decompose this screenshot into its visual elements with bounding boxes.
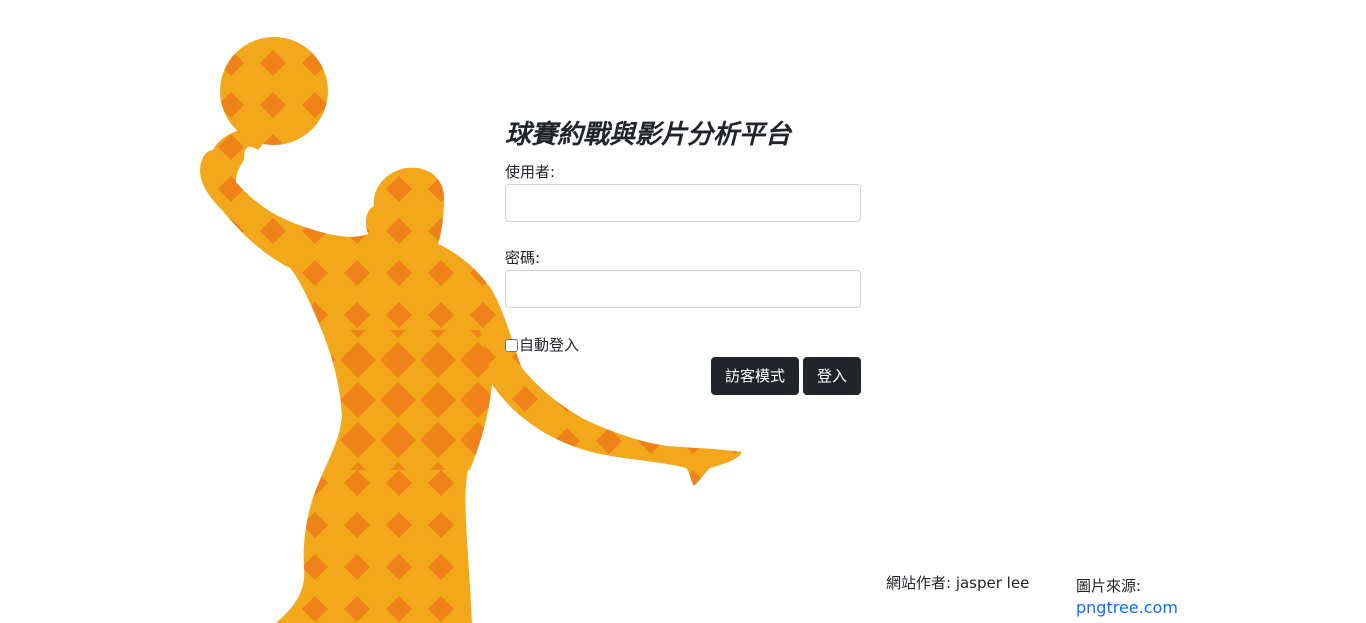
action-buttons: 訪客模式 登入: [710, 357, 861, 395]
image-source-label: 圖片來源:: [1076, 577, 1142, 595]
image-source: 圖片來源: pngtree.com: [1076, 575, 1178, 619]
basketball-shape: [220, 37, 328, 145]
remember-me-checkbox[interactable]: [505, 338, 518, 352]
site-author: 網站作者: jasper lee: [886, 574, 1030, 592]
password-group: 密碼:: [505, 249, 861, 308]
basketball-player-illustration: [200, 37, 742, 623]
username-input[interactable]: [505, 184, 861, 222]
password-label: 密碼:: [505, 249, 541, 267]
remember-me[interactable]: 自動登入: [505, 335, 579, 355]
image-source-link[interactable]: pngtree.com: [1076, 597, 1178, 619]
remember-me-label: 自動登入: [519, 336, 580, 354]
login-form: 球賽約戰與影片分析平台 使用者: 密碼: 自動登入 訪客模式 登入: [505, 115, 861, 395]
page-title: 球賽約戰與影片分析平台: [505, 120, 792, 150]
username-label: 使用者:: [505, 163, 556, 181]
password-input[interactable]: [505, 270, 861, 308]
login-button[interactable]: 登入: [802, 357, 861, 395]
username-group: 使用者:: [505, 163, 861, 222]
guest-mode-button[interactable]: 訪客模式: [710, 357, 799, 395]
login-page: 球賽約戰與影片分析平台 使用者: 密碼: 自動登入 訪客模式 登入 網站作者: …: [0, 0, 1366, 623]
